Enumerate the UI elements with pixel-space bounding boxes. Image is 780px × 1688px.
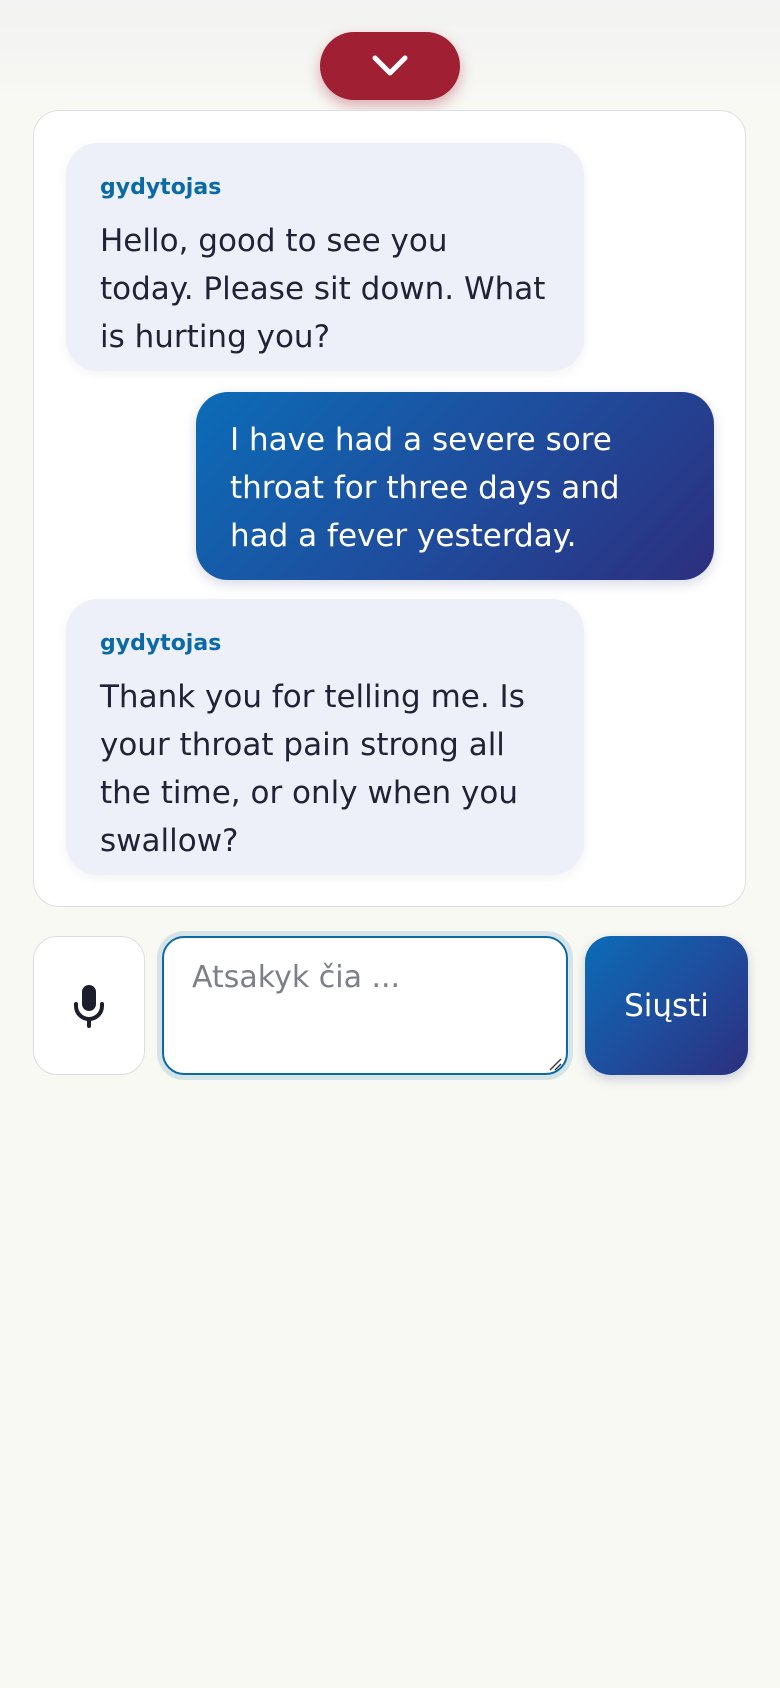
message-text: Thank you for telling me. Is your throat… <box>100 679 525 859</box>
chat-panel: gydytojas Hello, good to see you today. … <box>33 110 746 907</box>
microphone-icon <box>74 984 104 1028</box>
microphone-button[interactable] <box>33 936 145 1075</box>
chevron-down-icon <box>372 55 408 76</box>
collapse-button[interactable] <box>320 32 460 100</box>
doctor-message: gydytojas Thank you for telling me. Is y… <box>66 599 584 875</box>
resize-handle-icon[interactable] <box>548 1057 562 1071</box>
message-text: Hello, good to see you today. Please sit… <box>100 223 546 355</box>
user-message: I have had a severe sore throat for thre… <box>196 392 714 580</box>
reply-input[interactable] <box>162 936 568 1075</box>
message-sender: gydytojas <box>100 631 222 656</box>
send-button[interactable]: Siųsti <box>585 936 748 1075</box>
message-sender: gydytojas <box>100 175 222 200</box>
doctor-message: gydytojas Hello, good to see you today. … <box>66 143 584 371</box>
message-text: I have had a severe sore throat for thre… <box>230 422 620 554</box>
